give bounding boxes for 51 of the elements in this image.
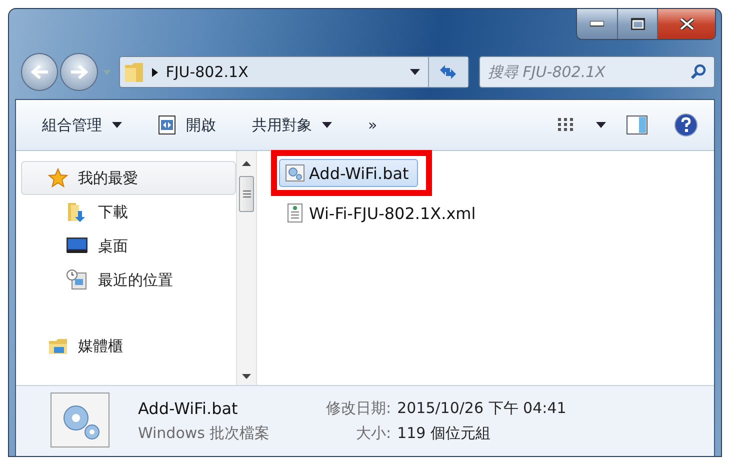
caret-icon[interactable]: [410, 69, 420, 75]
search-icon[interactable]: [690, 64, 706, 80]
star-icon: [48, 168, 68, 188]
search-field[interactable]: 搜尋 FJU-802.1X: [478, 56, 715, 88]
file-type: Windows 批次檔案: [138, 424, 271, 443]
recent-places-icon: [66, 269, 88, 291]
caret-icon[interactable]: [112, 122, 122, 128]
download-folder-icon: [66, 201, 88, 223]
close-button[interactable]: [657, 9, 715, 39]
field-label: 修改日期:: [326, 399, 392, 418]
more-commands-button[interactable]: »: [362, 112, 384, 138]
field-value: 119 個位元組: [397, 424, 492, 443]
forward-button[interactable]: [60, 53, 98, 91]
scroll-up-icon[interactable]: [242, 161, 251, 166]
maximize-button[interactable]: [617, 9, 657, 39]
file-item[interactable]: Add-WiFi.bat: [279, 159, 418, 187]
address-path[interactable]: FJU-802.1X: [166, 63, 402, 81]
batch-file-icon: [50, 392, 110, 450]
maximize-icon[interactable]: [630, 18, 644, 30]
close-icon[interactable]: [678, 18, 694, 30]
batch-file-icon: [285, 163, 305, 183]
nav-item[interactable]: 最近的位置: [21, 263, 236, 297]
library-icon: [48, 336, 68, 356]
refresh-button[interactable]: [428, 57, 468, 87]
scroll-thumb[interactable]: [239, 176, 254, 212]
file-item[interactable]: Wi-Fi-FJU-802.1X.xml: [279, 199, 485, 227]
xml-file-icon: [285, 203, 305, 223]
caret-icon[interactable]: [596, 122, 606, 128]
field-label: 大小:: [355, 424, 392, 443]
address-bar[interactable]: FJU-802.1X: [118, 56, 469, 88]
nav-item[interactable]: 桌面: [21, 229, 236, 263]
window-icon: [158, 115, 176, 135]
scrollbar[interactable]: [236, 151, 257, 385]
minimize-button[interactable]: [577, 9, 617, 39]
back-button[interactable]: [21, 53, 58, 91]
open-button[interactable]: 開啟: [152, 111, 222, 139]
menu-button[interactable]: 共用對象: [246, 112, 338, 138]
folder-icon: [124, 61, 144, 83]
nav-item[interactable]: 媒體櫃: [21, 329, 236, 363]
grip-icon[interactable]: [242, 190, 250, 198]
file-name: Add-WiFi.bat: [138, 399, 239, 418]
scroll-down-icon[interactable]: [242, 374, 251, 379]
refresh-icon[interactable]: [438, 64, 458, 80]
breadcrumb-arrow-icon[interactable]: [152, 68, 158, 76]
views-icon[interactable]: [558, 117, 576, 133]
menu-button[interactable]: 組合管理: [36, 112, 128, 138]
minimize-icon[interactable]: [590, 21, 604, 27]
caret-icon[interactable]: [322, 122, 332, 128]
nav-item[interactable]: 下載: [21, 195, 236, 229]
field-value: 2015/10/26 下午 04:41: [397, 399, 566, 418]
nav-item[interactable]: 我的最愛: [21, 161, 236, 195]
